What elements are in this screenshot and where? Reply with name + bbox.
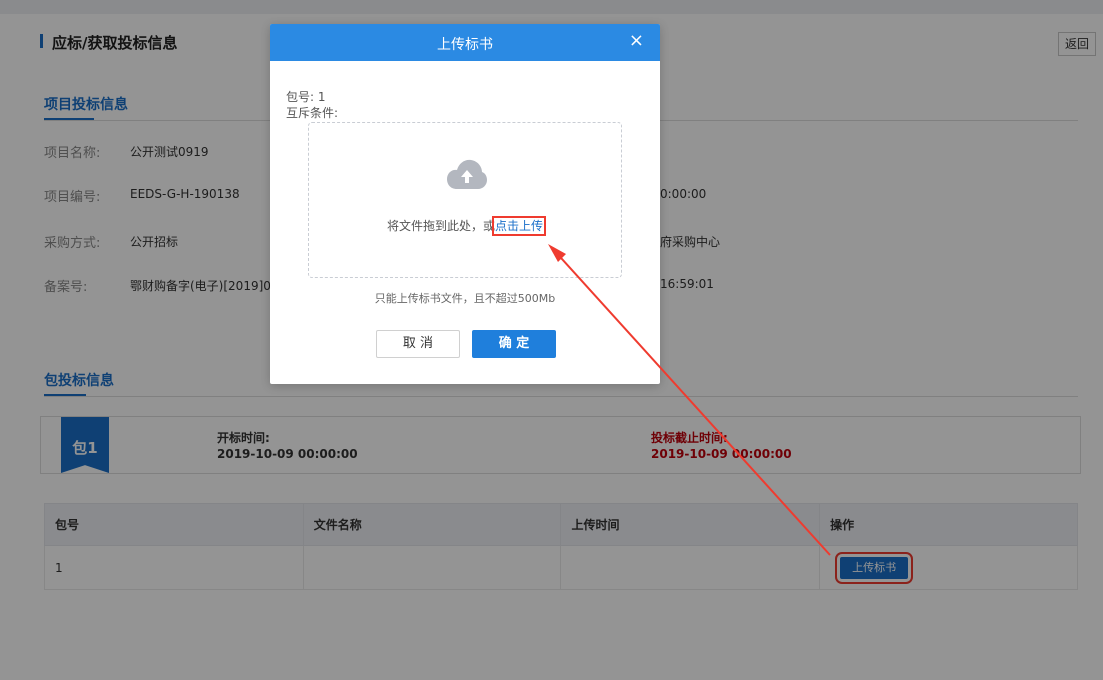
cancel-button[interactable]: 取 消 (376, 330, 460, 358)
dropzone-hint: 将文件拖到此处，或 (386, 219, 495, 233)
cloud-upload-icon (447, 159, 487, 189)
confirm-button[interactable]: 确 定 (472, 330, 556, 358)
upload-tip: 只能上传标书文件，且不超过500Mb (374, 292, 556, 305)
file-dropzone[interactable]: 将文件拖到此处，或点击上传 (308, 122, 622, 278)
dialog-header: 上传标书 × (270, 24, 660, 61)
close-icon[interactable]: × (629, 30, 644, 51)
dialog-title: 上传标书 (437, 37, 493, 53)
click-upload-link[interactable]: 点击上传 (491, 216, 547, 236)
dropzone-text: 将文件拖到此处，或点击上传 (309, 216, 621, 236)
dialog-package-line: 包号: 1 (286, 90, 326, 104)
dialog-exclusive-line: 互斥条件: (286, 106, 339, 120)
upload-bid-dialog: 上传标书 × 包号: 1 互斥条件: 将文件拖到此处，或点击上传 只能上传标书文… (270, 24, 660, 384)
